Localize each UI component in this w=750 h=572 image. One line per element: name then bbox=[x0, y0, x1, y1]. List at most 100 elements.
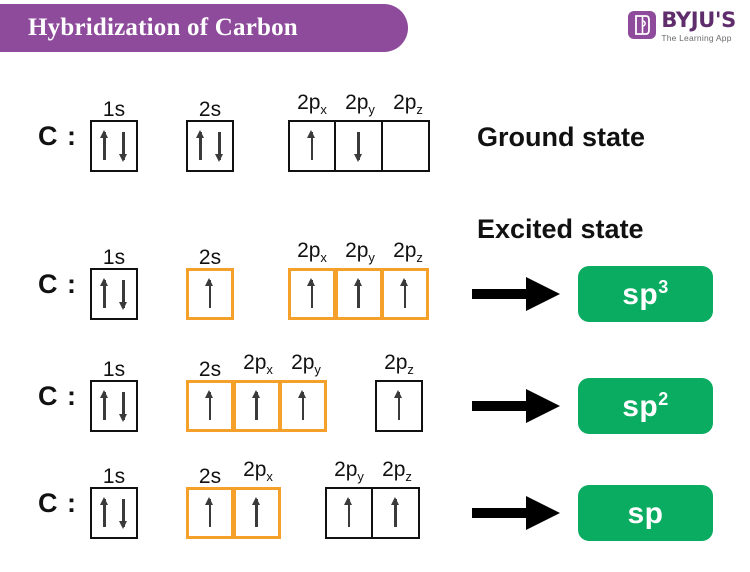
orbital-box-row bbox=[90, 487, 138, 539]
spin-single bbox=[307, 130, 318, 162]
orbital-label-text: 2p bbox=[297, 90, 321, 114]
spin-single bbox=[394, 390, 405, 422]
orbital-group-1s: 1s bbox=[90, 461, 138, 539]
orbital-box-2px bbox=[288, 120, 336, 172]
atom-label: C : bbox=[38, 269, 77, 299]
orbital-group-2p: 2px 2py 2pz bbox=[288, 90, 432, 172]
spin-down-arrow-icon bbox=[353, 130, 364, 162]
spin-single bbox=[298, 390, 309, 422]
orbital-box-row bbox=[186, 120, 234, 172]
spin-down-arrow-icon bbox=[118, 390, 129, 422]
orbital-label-1s: 1s bbox=[90, 247, 138, 268]
orbital-label-row: 2s 2px 2py bbox=[186, 350, 330, 380]
logo-wordmark: BYJU'S The Learning App bbox=[661, 8, 736, 44]
orbital-box-row bbox=[288, 120, 432, 172]
orbital-label-text: 2p bbox=[393, 90, 417, 114]
spin-single bbox=[205, 497, 216, 529]
orbital-label-sub: y bbox=[368, 250, 375, 265]
orbital-group-1s: 1s bbox=[90, 242, 138, 320]
byjus-book-icon bbox=[628, 11, 657, 39]
orbital-label-text: 2p bbox=[382, 457, 406, 481]
spin-up-arrow-icon bbox=[298, 390, 309, 422]
orbital-label-text: 1s bbox=[102, 246, 126, 269]
hybrid-base: sp bbox=[627, 496, 664, 530]
spin-pair bbox=[99, 278, 129, 310]
orbital-box-row bbox=[90, 380, 138, 432]
hybrid-badge-label: sp2 bbox=[622, 389, 669, 424]
hybrid-badge-label: sp bbox=[627, 496, 663, 531]
spin-up-arrow-icon bbox=[390, 497, 401, 529]
orbital-label-1s: 1s bbox=[90, 466, 138, 487]
spin-single bbox=[251, 390, 262, 422]
page-title: Hybridization of Carbon bbox=[28, 14, 298, 41]
orbital-label-text: 2p bbox=[393, 238, 417, 262]
orbital-label-text: 1s bbox=[102, 98, 126, 121]
spin-up-arrow-icon bbox=[205, 278, 216, 310]
orbital-label-sub: x bbox=[266, 362, 273, 377]
orbital-label-sub: z bbox=[416, 102, 423, 117]
orbital-box-2s bbox=[186, 120, 234, 172]
orbital-label-text: 1s bbox=[102, 465, 126, 488]
orbital-label-1s: 1s bbox=[90, 99, 138, 120]
orbital-group-1s: 1s bbox=[90, 354, 138, 432]
spin-up-arrow-icon bbox=[99, 497, 110, 529]
orbital-group-sp2-hybrid: 2s 2px 2py bbox=[186, 350, 330, 432]
orbital-group-1s: 1s bbox=[90, 94, 138, 172]
orbital-box-1s bbox=[90, 268, 138, 320]
hybrid-badge-label: sp3 bbox=[622, 277, 669, 312]
byjus-logo: BYJU'S The Learning App bbox=[628, 10, 736, 43]
spin-down-arrow-icon bbox=[118, 497, 129, 529]
transition-arrow-icon bbox=[472, 496, 560, 530]
orbital-label-row: 2s 2px bbox=[186, 459, 282, 488]
orbital-label-text: 2s bbox=[198, 98, 222, 121]
spin-up-arrow-icon bbox=[307, 278, 318, 310]
orbital-label-text: 2s bbox=[198, 465, 222, 488]
hybrid-base: sp bbox=[622, 277, 659, 311]
state-label-excited: Excited state bbox=[477, 214, 644, 244]
spin-pair bbox=[99, 497, 129, 529]
spin-pair bbox=[99, 130, 129, 162]
orbital-box-row bbox=[90, 120, 138, 172]
spin-single bbox=[307, 278, 318, 310]
spin-up-arrow-icon bbox=[251, 390, 262, 422]
spin-up-arrow-icon bbox=[99, 130, 110, 162]
orbital-label-text: 2p bbox=[243, 350, 267, 374]
orbital-box-2s bbox=[186, 268, 234, 320]
orbital-group-2p-unhybridized: 2py 2pz bbox=[325, 459, 421, 539]
orbital-label-2pz: 2pz bbox=[373, 459, 421, 487]
orbital-box-2px bbox=[232, 380, 281, 432]
orbital-group-2pz: 2pz bbox=[375, 352, 423, 432]
orbital-label-text: 2p bbox=[291, 350, 315, 374]
spin-single bbox=[344, 497, 355, 529]
orbital-label-sub: x bbox=[320, 102, 327, 117]
orbital-label-text: 2p bbox=[297, 238, 321, 262]
orbital-label-2py: 2py bbox=[282, 352, 330, 380]
orbital-label-1s: 1s bbox=[90, 359, 138, 380]
logo-name: BYJU'S bbox=[661, 8, 736, 32]
orbital-box-row bbox=[186, 487, 282, 539]
orbital-label-row: 2px 2py 2pz bbox=[288, 238, 432, 268]
hybrid-base: sp bbox=[622, 389, 659, 423]
orbital-label-row: 1s bbox=[90, 94, 138, 120]
orbital-box-row bbox=[325, 487, 421, 539]
orbital-label-row: 2s bbox=[186, 242, 234, 268]
spin-down-arrow-icon bbox=[118, 130, 129, 162]
orbital-label-2px: 2px bbox=[288, 240, 336, 268]
spin-single bbox=[400, 278, 411, 310]
orbital-box-2pz bbox=[375, 380, 423, 432]
diagram-canvas: Hybridization of Carbon BYJU'S The Learn… bbox=[0, 0, 750, 572]
orbital-box-2py bbox=[279, 380, 327, 432]
orbital-box-2py bbox=[325, 487, 373, 539]
orbital-label-2py: 2py bbox=[325, 459, 373, 487]
orbital-label-sub: y bbox=[357, 469, 364, 484]
orbital-label-2px: 2px bbox=[288, 92, 336, 120]
atom-label: C : bbox=[38, 121, 77, 151]
orbital-label-text: 2p bbox=[334, 457, 358, 481]
orbital-group-2s-hybrid: 2s bbox=[186, 242, 234, 320]
spin-up-arrow-icon bbox=[99, 278, 110, 310]
orbital-label-text: 1s bbox=[102, 358, 126, 381]
orbital-box-1s bbox=[90, 487, 138, 539]
orbital-label-2py: 2py bbox=[336, 92, 384, 120]
orbital-box-row bbox=[288, 268, 432, 320]
orbital-label-sub: x bbox=[320, 250, 327, 265]
